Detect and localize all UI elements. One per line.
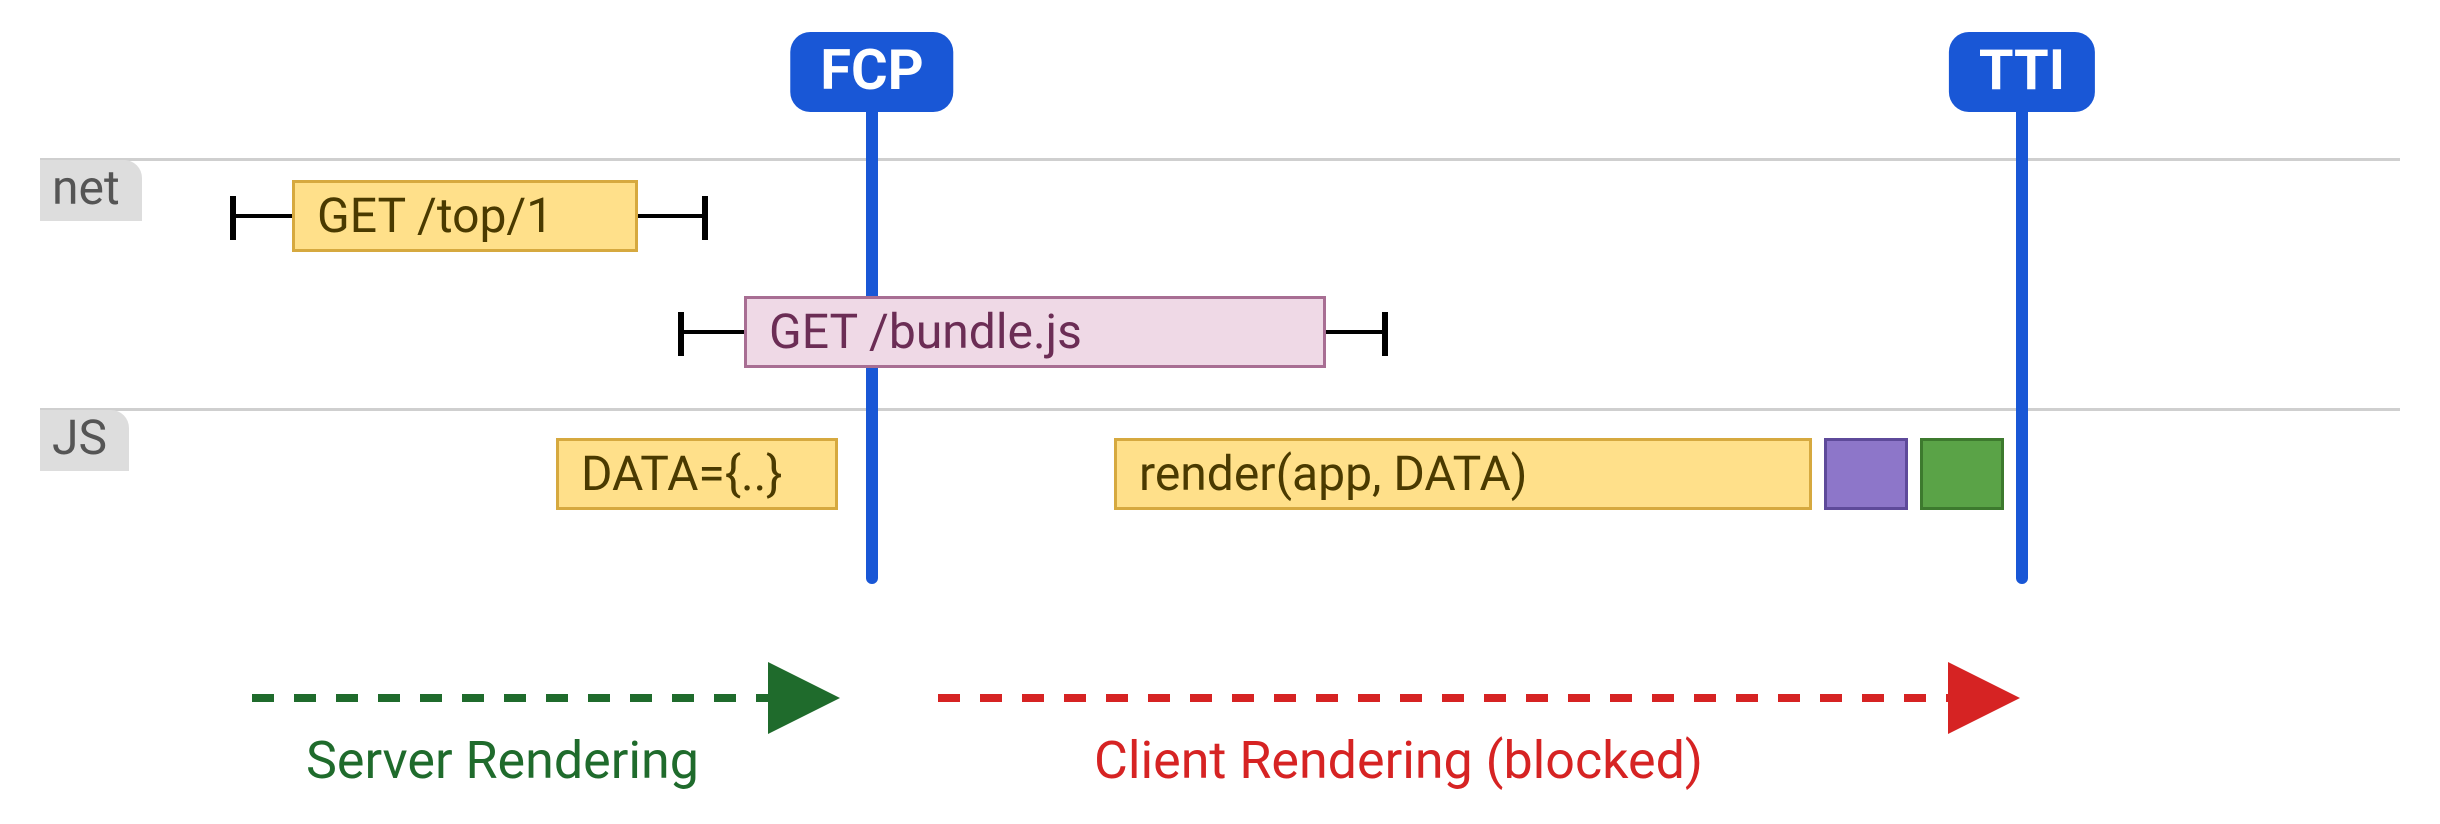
- net-req1-label: GET /top/1: [317, 192, 553, 240]
- phase-label-server: Server Rendering: [306, 730, 699, 791]
- js-render-label: render(app, DATA): [1139, 450, 1527, 498]
- lane-label-net: net: [40, 160, 142, 221]
- net-req1: GET /top/1: [292, 180, 638, 252]
- net-req2: GET /bundle.js: [744, 296, 1326, 368]
- js-data-label: DATA={..}: [581, 450, 783, 498]
- phase-label-client: Client Rendering (blocked): [1094, 730, 1703, 791]
- net-req2-label: GET /bundle.js: [769, 308, 1082, 356]
- marker-tti: TTI: [2016, 48, 2028, 584]
- js-render: render(app, DATA): [1114, 438, 1812, 510]
- lane-divider: [40, 158, 2400, 161]
- phase-arrow-server: [252, 688, 838, 708]
- marker-tti-label: TTI: [1949, 32, 2095, 112]
- lane-divider: [40, 408, 2400, 411]
- marker-fcp-label: FCP: [790, 32, 953, 112]
- lane-label-js: JS: [40, 410, 129, 471]
- js-task-green: [1920, 438, 2004, 510]
- js-task-purple: [1824, 438, 1908, 510]
- js-data: DATA={..}: [556, 438, 838, 510]
- phase-arrow-client: [938, 688, 2018, 708]
- rendering-timeline-diagram: net JS FCP TTI GET /top/1 GET /bundle.js…: [0, 0, 2440, 824]
